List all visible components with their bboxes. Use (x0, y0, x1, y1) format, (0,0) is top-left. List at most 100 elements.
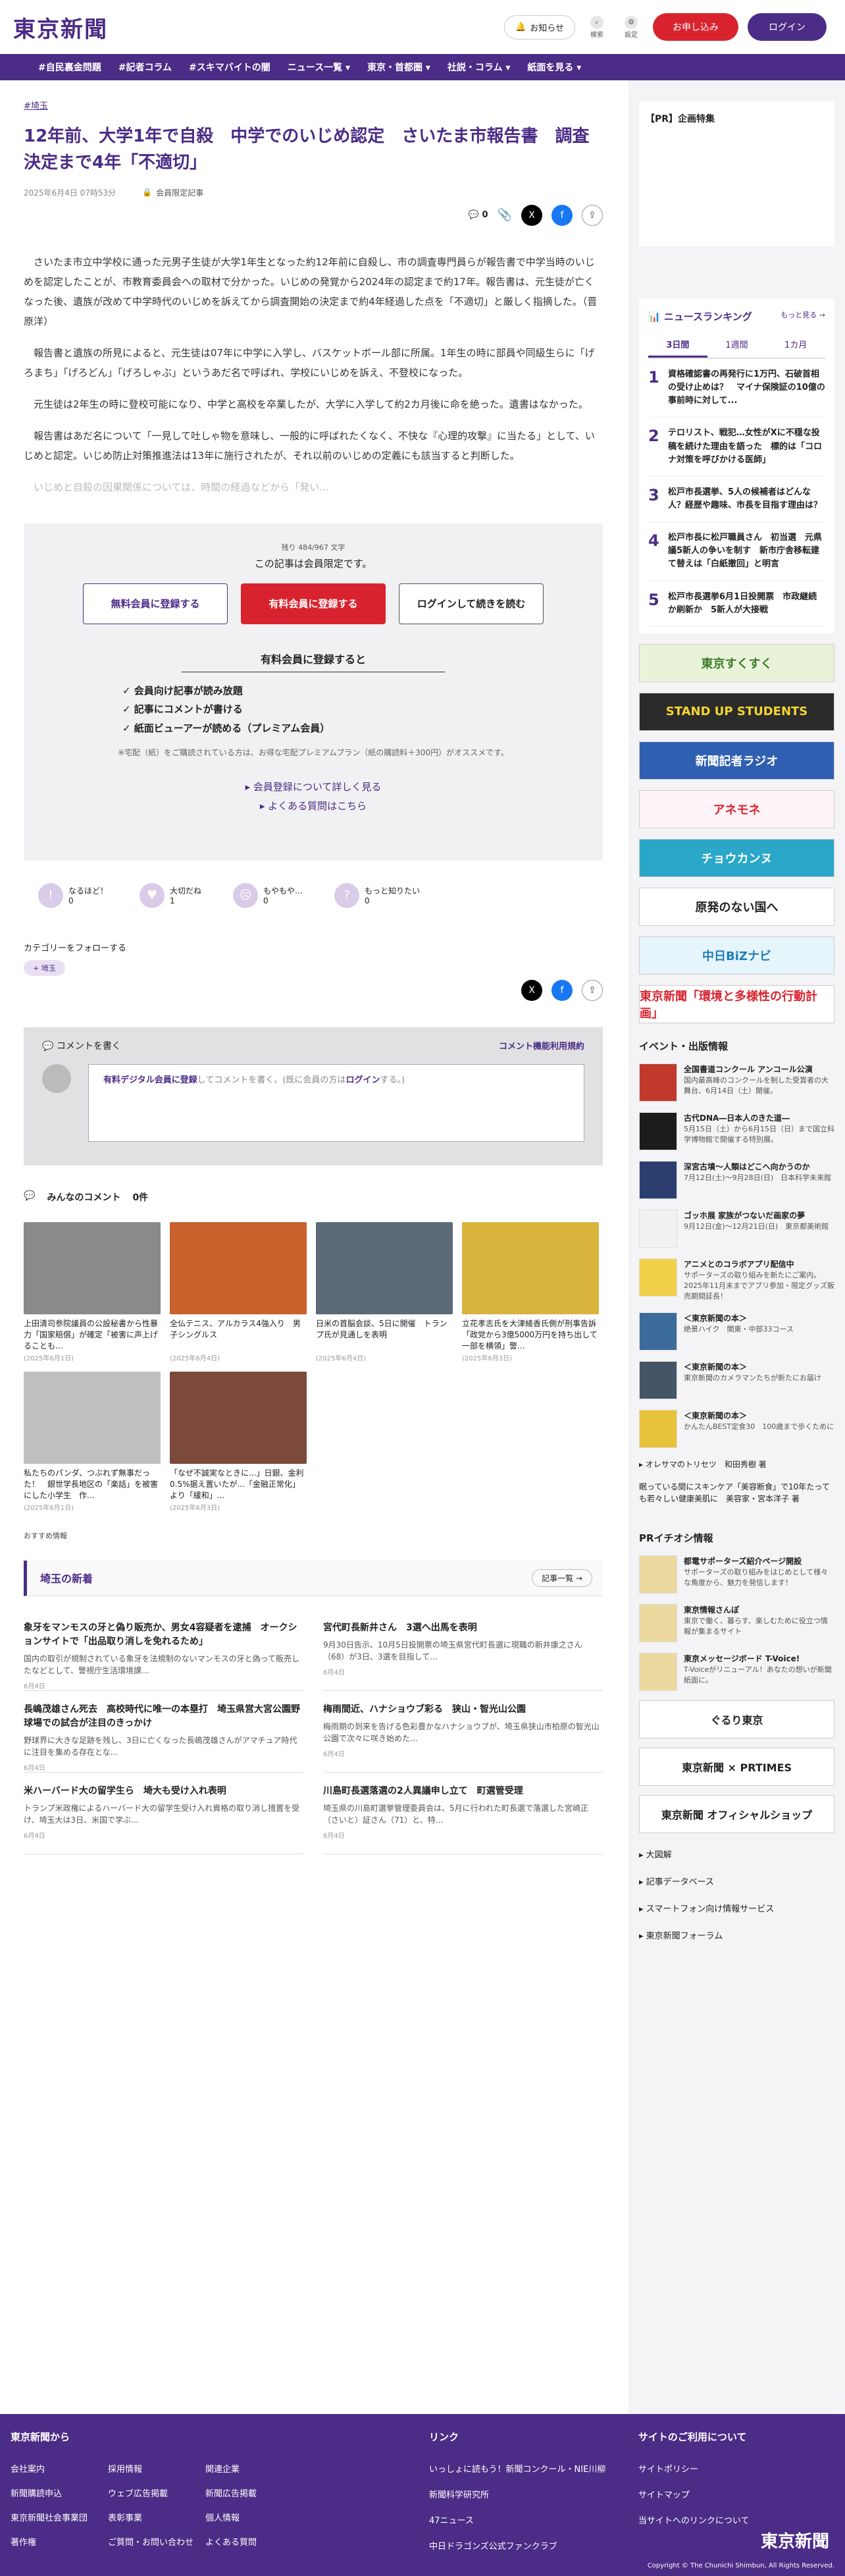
photo-card[interactable]: 立花孝志氏を大津綾香氏側が刑事告訴「政党から3億5000万円を持ち出して一部を横… (462, 1221, 599, 1362)
ranking-item[interactable]: 5 松戸市長選挙6月1日投開票 市政継続か刷新か 5新人が大接戦 (648, 581, 825, 627)
event-item[interactable]: 全国書道コンクール アンコール公演 国内最高峰のコンクールを制した受賞者の大舞台、… (639, 1063, 834, 1102)
news-title[interactable]: 梅雨間近、ハナショウブ彩る 狭山・智光山公園 (323, 1703, 603, 1717)
photo-caption[interactable]: 「なぜ不誠実なときに...」日銀、金利0.5%据え置いたが...「金融正常化」よ… (170, 1468, 307, 1502)
news-item[interactable]: 米ハーバード大の留学生ら 埼大も受け入れ表明 トランプ米政権によるハーバード大の留… (24, 1773, 303, 1854)
event-title[interactable]: アニメとのコラボアプリ配信中 (684, 1258, 834, 1270)
login-continue-button[interactable]: ログインして続きを読む (399, 583, 544, 624)
ranking-title-text[interactable]: 松戸市長選挙6月1日投開票 市政継続か刷新か 5新人が大接戦 (668, 591, 825, 617)
footer-link[interactable]: よくある質問 (205, 2535, 303, 2548)
news-item[interactable]: 宮代町長新井さん 3選へ出馬を表明 9月30日告示、10月5日投開票の埼玉県宮代町… (323, 1609, 603, 1691)
news-title[interactable]: 長嶋茂雄さん死去 高校時代に唯一の本塁打 埼玉県営大宮公園野球場での試合が注目の… (24, 1703, 303, 1731)
footer-logo[interactable]: 東京新聞 (761, 2528, 829, 2552)
event-item[interactable]: ゴッホ展 家族がつないだ画家の夢 9月12日(金)〜12月21日(日) 東京都美術… (639, 1209, 834, 1248)
nav-item[interactable]: 東京・首都圏 ▾ (367, 61, 430, 74)
photo-caption[interactable]: 上田清司参院議員の公設秘書から性暴力「国家賠償」が確定「被害に声上げることも… (24, 1318, 161, 1353)
side-banner[interactable]: 東京すくすく (639, 643, 834, 682)
photo-thumbnail[interactable] (170, 1371, 307, 1464)
footer-link[interactable]: サイトマップ (638, 2488, 834, 2500)
event-item[interactable]: 古代DNA―日本人のきた道― 5月15日（土）から6月15日（日）まで国立科学博物… (639, 1112, 834, 1150)
event-thumbnail[interactable] (639, 1063, 677, 1102)
sidebar-link[interactable]: ▸ 記事データベース (639, 1875, 834, 1887)
event-title[interactable]: ゴッホ展 家族がつないだ画家の夢 (684, 1210, 829, 1221)
subscribe-button[interactable]: お申し込み (653, 13, 738, 41)
category-chip[interactable]: + 埼玉 (24, 959, 65, 976)
pr-thumbnail[interactable] (639, 1603, 677, 1642)
ranking-item[interactable]: 3 松戸市長選挙、5人の候補者はどんな人？経歴や趣味、市長を目指す理由は？ (648, 477, 825, 523)
sidebar-link[interactable]: ▸ スマートフォン向け情報サービス (639, 1902, 834, 1914)
login-button[interactable]: ログイン (748, 13, 827, 41)
footer-link[interactable]: 新聞科学研究所 (429, 2488, 638, 2500)
footer-link[interactable]: 関連企業 (205, 2462, 303, 2475)
photo-caption[interactable]: 全仏テニス、アルカラス4強入り 男子シングルス (170, 1318, 307, 1353)
event-title[interactable]: 全国書道コンクール アンコール公演 (684, 1063, 834, 1075)
nav-item[interactable]: #自民裏金問題 (38, 61, 101, 74)
search-button[interactable]: ⌕ 検索 (584, 15, 609, 39)
ranking-item[interactable]: 2 テロリスト、戦犯…女性がXに不穏な投稿を続けた理由を語った 標的は「コロナ対策… (648, 417, 825, 477)
share-icon[interactable]: ⇪ (582, 204, 603, 226)
footer-link[interactable]: 表彰事業 (108, 2511, 205, 2523)
ranking-item[interactable]: 1 資格確認書の再発行に1万円、石破首相の受け止めは？ マイナ保険証の10億の事前… (648, 359, 825, 418)
photo-thumbnail[interactable] (462, 1221, 599, 1314)
share-icon[interactable]: ⇪ (582, 979, 603, 1001)
photo-thumbnail[interactable] (24, 1221, 161, 1314)
side-banner[interactable]: 新聞記者ラジオ (639, 741, 834, 780)
event-thumbnail[interactable] (639, 1360, 677, 1399)
footer-link[interactable]: 新聞広告掲載 (205, 2486, 303, 2499)
footer-link[interactable]: 東京新聞社会事業団 (11, 2511, 108, 2523)
news-title[interactable]: 象牙をマンモスの牙と偽り販売か、男女4容疑者を逮捕 オークションサイトで「出品取… (24, 1621, 303, 1649)
event-item[interactable]: ＜東京新聞の本＞ 東京新聞のカメラマンたちが新たにお届け (639, 1360, 834, 1399)
event-item[interactable]: アニメとのコラボアプリ配信中 サポーターズの取り組みを新たにご案内。2025年11… (639, 1258, 834, 1302)
event-thumbnail[interactable] (639, 1312, 677, 1351)
event-thumbnail[interactable] (639, 1112, 677, 1150)
photo-caption[interactable]: 日米の首脳会談、5日に開催 トランプ氏が見通しを表明 (316, 1318, 453, 1353)
event-thumbnail[interactable] (639, 1209, 677, 1248)
photo-card[interactable]: 「なぜ不誠実なときに...」日銀、金利0.5%据え置いたが...「金融正常化」よ… (170, 1371, 307, 1512)
clip-icon[interactable]: 📎 (498, 208, 512, 222)
nav-item[interactable]: 社説・コラム ▾ (448, 61, 510, 74)
side-banner[interactable]: チョウカンヌ (639, 838, 834, 877)
nav-item[interactable]: #記者コラム (118, 61, 172, 74)
article-tag[interactable]: #埼玉 (24, 101, 48, 111)
book-link[interactable]: 眠っている間にスキンケア「美容断食」で10年たっても若々しい健康美肌に 美容家・… (639, 1481, 834, 1505)
pr-thumbnail[interactable] (639, 1652, 677, 1691)
side-banner[interactable]: 原発のない国へ (639, 887, 834, 926)
news-title[interactable]: 川島町長選落選の2人異議申し立て 町選管受理 (323, 1784, 603, 1798)
site-logo[interactable]: 東京新聞 (13, 11, 108, 43)
pr-item[interactable]: 東京情報さんぽ 東京で働く、暮らす、楽しむために役立つ情報が集まるサイト (639, 1603, 834, 1642)
ranking-more-link[interactable]: もっと見る → (781, 309, 825, 323)
nav-item[interactable]: #スキマバイトの闇 (189, 61, 270, 74)
bottom-banner[interactable]: 東京新聞 × PRTIMES (639, 1747, 834, 1786)
event-title[interactable]: ＜東京新聞の本＞ (684, 1410, 834, 1422)
event-thumbnail[interactable] (639, 1409, 677, 1448)
event-thumbnail[interactable] (639, 1160, 677, 1199)
pr-item[interactable]: 東京メッセージボード T-Voice! T-Voiceがリニューアル！あなたの想い… (639, 1652, 834, 1691)
comment-guide-link[interactable]: コメント機能利用規約 (499, 1039, 584, 1052)
sidebar-link[interactable]: ▸ 東京新聞フォーラム (639, 1929, 834, 1941)
event-title[interactable]: ＜東京新聞の本＞ (684, 1312, 794, 1324)
comment-input[interactable]: 有料デジタル会員に登録してコメントを書く。(既に会員の方はログインする。) (88, 1063, 584, 1142)
membership-details-link[interactable]: ▸ 会員登録について詳しく見る (245, 781, 382, 793)
footer-link[interactable]: サイトポリシー (638, 2462, 834, 2475)
reaction-button[interactable]: ☹ もやもや… 0 (233, 882, 303, 908)
side-banner[interactable]: STAND UP STUDENTS (639, 692, 834, 731)
footer-link[interactable]: ウェブ広告掲載 (108, 2486, 205, 2499)
event-item[interactable]: ＜東京新聞の本＞ 絶景ハイク 関東・中部33コース (639, 1312, 834, 1351)
footer-link[interactable]: 採用情報 (108, 2462, 205, 2475)
book-link[interactable]: ▸ オレサマのトリセツ 和田秀樹 著 (639, 1459, 834, 1470)
paid-register-button[interactable]: 有料会員に登録する (241, 583, 386, 624)
footer-link[interactable]: 新聞購読申込 (11, 2486, 108, 2499)
free-register-button[interactable]: 無料会員に登録する (83, 583, 228, 624)
photo-caption[interactable]: 私たちのパンダ、つぶれず無事だった！ 銀世学長地区の「楽話」を被害にした小学生 … (24, 1468, 161, 1502)
photo-card[interactable]: 上田清司参院議員の公設秘書から性暴力「国家賠償」が確定「被害に声上げることも… (… (24, 1221, 161, 1362)
sidebar-link[interactable]: ▸ 大図解 (639, 1848, 834, 1860)
news-item[interactable]: 梅雨間近、ハナショウブ彩る 狭山・智光山公園 梅雨期の到来を告げる色彩豊かなハナシ… (323, 1691, 603, 1773)
photo-thumbnail[interactable] (24, 1371, 161, 1464)
news-item[interactable]: 象牙をマンモスの牙と偽り販売か、男女4容疑者を逮捕 オークションサイトで「出品取… (24, 1609, 303, 1691)
photo-card[interactable]: 私たちのパンダ、つぶれず無事だった！ 銀世学長地区の「楽話」を被害にした小学生 … (24, 1371, 161, 1512)
notice-button[interactable]: 🔔 お知らせ (504, 14, 575, 40)
footer-link[interactable]: いっしょに読もう！新聞コンクール・NIE川柳 (429, 2462, 638, 2475)
side-banner[interactable]: 東京新聞「環境と多様性の行動計画」 (639, 984, 834, 1023)
footer-link[interactable]: ご質問・お問い合わせ (108, 2535, 205, 2548)
faq-link[interactable]: ▸ よくある質問はこちら (260, 800, 367, 812)
facebook-share-icon[interactable]: f (551, 204, 573, 226)
